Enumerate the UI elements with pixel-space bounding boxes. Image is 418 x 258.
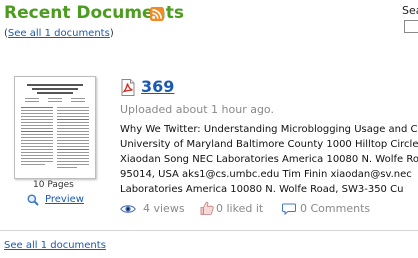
upload-time: Uploaded about 1 hour ago. bbox=[120, 103, 274, 116]
see-all-documents-top: (See all 1 documents) bbox=[4, 28, 114, 39]
description-line: Why We Twitter: Understanding Microblogg… bbox=[120, 124, 418, 135]
see-all-documents-link-bottom[interactable]: See all 1 documents bbox=[4, 240, 106, 251]
document-title-link[interactable]: 369 bbox=[141, 77, 174, 96]
description-line: 95014, USA aks1@cs.umbc.edu Tim Finin xi… bbox=[120, 169, 412, 180]
comments-count: 0 Comments bbox=[300, 202, 370, 215]
paren-close: ) bbox=[109, 28, 114, 39]
speech-bubble-icon[interactable] bbox=[282, 203, 296, 215]
comments-link[interactable]: 0 Comments bbox=[300, 202, 370, 215]
document-page-preview bbox=[15, 77, 95, 178]
preview-link[interactable]: Preview bbox=[45, 194, 84, 205]
pdf-file-icon bbox=[121, 79, 135, 96]
divider bbox=[0, 230, 418, 231]
search-input[interactable] bbox=[404, 20, 418, 33]
search-label: Sea bbox=[402, 4, 418, 17]
description-line: University of Maryland Baltimore County … bbox=[120, 139, 418, 150]
recent-documents-widget: Recent Documents (See all 1 documents) S… bbox=[0, 0, 418, 258]
description-line: Laboratories America 10080 N. Wolfe Road… bbox=[120, 184, 404, 195]
page-count: 10 Pages bbox=[33, 180, 74, 190]
document-thumbnail[interactable] bbox=[14, 76, 96, 179]
rss-feed-icon[interactable] bbox=[150, 7, 164, 21]
eye-icon bbox=[120, 205, 136, 213]
magnifier-icon[interactable] bbox=[27, 194, 39, 206]
description-line: Xiaodan Song NEC Laboratories America 10… bbox=[120, 154, 418, 165]
see-all-documents-link-top[interactable]: See all 1 documents bbox=[8, 28, 110, 39]
view-count: 4 views bbox=[143, 202, 185, 215]
document-description: Why We Twitter: Understanding Microblogg… bbox=[120, 122, 418, 196]
like-count: 0 liked it bbox=[216, 202, 264, 215]
thumbs-up-icon[interactable] bbox=[199, 200, 215, 216]
